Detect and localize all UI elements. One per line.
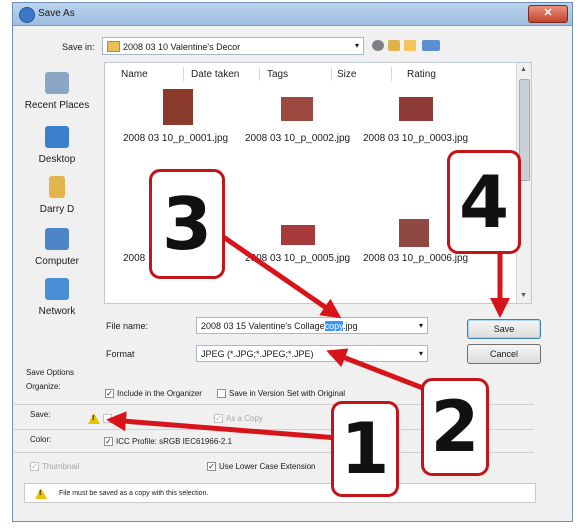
computer-icon [45, 228, 69, 250]
place-user[interactable]: Darry D [14, 176, 100, 215]
icc-profile-checkbox[interactable]: ✓ [104, 437, 113, 446]
save-in-label: Save in: [62, 42, 95, 52]
file-thumbnail [281, 225, 315, 245]
file-name-value: 2008 03 15 Valentine's Collagecopy.jpg [201, 321, 358, 331]
up-folder-icon[interactable] [388, 40, 400, 51]
place-recent[interactable]: Recent Places [14, 72, 100, 111]
save-in-dropdown[interactable]: 2008 03 10 Valentine's Decor ▾ [102, 37, 364, 55]
as-copy-checkbox[interactable]: ✓ [214, 414, 223, 423]
file-name-label: File name: [106, 321, 149, 331]
chevron-down-icon: ▾ [418, 349, 423, 358]
file-name-prefix: 2008 03 15 Valentine's Collage [201, 321, 325, 331]
lower-case-extension-checkbox[interactable]: ✓ [207, 462, 216, 471]
layers-checkbox[interactable] [103, 414, 112, 423]
column-divider [331, 67, 332, 81]
folder-icon [107, 41, 120, 52]
title-bar[interactable]: Save As ✕ [13, 3, 572, 26]
organize-label: Organize: [26, 382, 61, 391]
format-label: Format [106, 349, 135, 359]
file-name: 2008 [123, 253, 146, 264]
column-size[interactable]: Size [337, 69, 356, 80]
file-name-input[interactable]: 2008 03 15 Valentine's Collagecopy.jpg ▾ [196, 317, 428, 334]
file-name: 2008 03 10_p_0001.jpg [123, 133, 229, 144]
version-set-checkbox[interactable] [217, 389, 226, 398]
file-thumbnail [281, 97, 313, 121]
file-thumbnail [399, 97, 433, 121]
place-label: Desktop [38, 154, 76, 165]
warning-icon: ! [88, 413, 100, 424]
place-network[interactable]: Network [14, 278, 100, 317]
lower-case-extension-label: Use Lower Case Extension [219, 462, 316, 471]
close-button[interactable]: ✕ [528, 5, 568, 23]
cancel-button[interactable]: Cancel [467, 344, 541, 364]
format-value: JPEG (*.JPG;*.JPEG;*.JPE) [201, 349, 314, 359]
file-thumbnail [399, 219, 429, 247]
save-button[interactable]: Save [467, 319, 541, 339]
views-menu-icon[interactable] [422, 40, 440, 51]
app-icon [19, 7, 35, 23]
as-copy-label: As a Copy [226, 414, 263, 423]
callout-3: 3 [149, 169, 225, 279]
thumbnail-label: Thumbnail [42, 462, 80, 471]
file-name: 2008 03 10_p_0005.jpg [245, 253, 351, 264]
file-thumbnail [163, 89, 193, 125]
network-icon [45, 278, 69, 300]
format-dropdown[interactable]: JPEG (*.JPG;*.JPEG;*.JPE) ▾ [196, 345, 428, 362]
place-label: Recent Places [24, 100, 90, 111]
scroll-down-icon[interactable]: ▼ [520, 292, 527, 299]
include-organizer-checkbox[interactable]: ✓ [105, 389, 114, 398]
file-name: 2008 03 10_p_0006.jpg [363, 253, 469, 264]
save-options-heading: Save Options [26, 368, 75, 377]
place-label: Computer [35, 256, 79, 267]
callout-4: 4 [447, 150, 521, 254]
save-in-folder: 2008 03 10 Valentine's Decor [123, 42, 241, 52]
column-divider [259, 67, 260, 81]
thumbnail-checkbox[interactable]: ✓ [30, 462, 39, 471]
window-title: Save As [38, 8, 75, 19]
column-name[interactable]: Name [121, 69, 148, 80]
user-folder-icon [49, 176, 65, 198]
column-rating[interactable]: Rating [407, 69, 436, 80]
file-name: 2008 03 10_p_0002.jpg [245, 133, 351, 144]
place-desktop[interactable]: Desktop [14, 126, 100, 165]
column-divider [391, 67, 392, 81]
save-label: Save: [30, 410, 51, 419]
status-message: File must be saved as a copy with this s… [59, 490, 209, 497]
callout-2: 2 [421, 378, 489, 476]
file-name-suffix: .jpg [343, 321, 358, 331]
back-icon[interactable] [372, 40, 384, 51]
file-name: 2008 03 10_p_0003.jpg [363, 133, 469, 144]
layers-label: L [115, 414, 120, 423]
place-label: Darry D [39, 204, 75, 215]
scroll-up-icon[interactable]: ▲ [520, 66, 527, 73]
column-date-taken[interactable]: Date taken [191, 69, 239, 80]
icc-profile-label: ICC Profile: sRGB IEC61966-2.1 [116, 437, 233, 446]
chevron-down-icon[interactable]: ▾ [419, 321, 423, 330]
status-message-bar: ! File must be saved as a copy with this… [24, 483, 536, 503]
callout-1: 1 [331, 401, 399, 497]
include-organizer-label: Include in the Organizer [117, 389, 202, 398]
warning-icon: ! [35, 488, 47, 499]
color-label: Color: [30, 435, 52, 444]
desktop-icon [45, 126, 69, 148]
place-label: Network [38, 306, 76, 317]
column-tags[interactable]: Tags [267, 69, 288, 80]
place-computer[interactable]: Computer [14, 228, 100, 267]
version-set-label: Save in Version Set with Original [229, 389, 346, 398]
chevron-down-icon: ▾ [354, 41, 359, 50]
recent-places-icon [45, 72, 69, 94]
new-folder-icon[interactable] [404, 40, 416, 51]
column-divider [183, 67, 184, 81]
file-name-selected-text: copy [324, 321, 343, 331]
